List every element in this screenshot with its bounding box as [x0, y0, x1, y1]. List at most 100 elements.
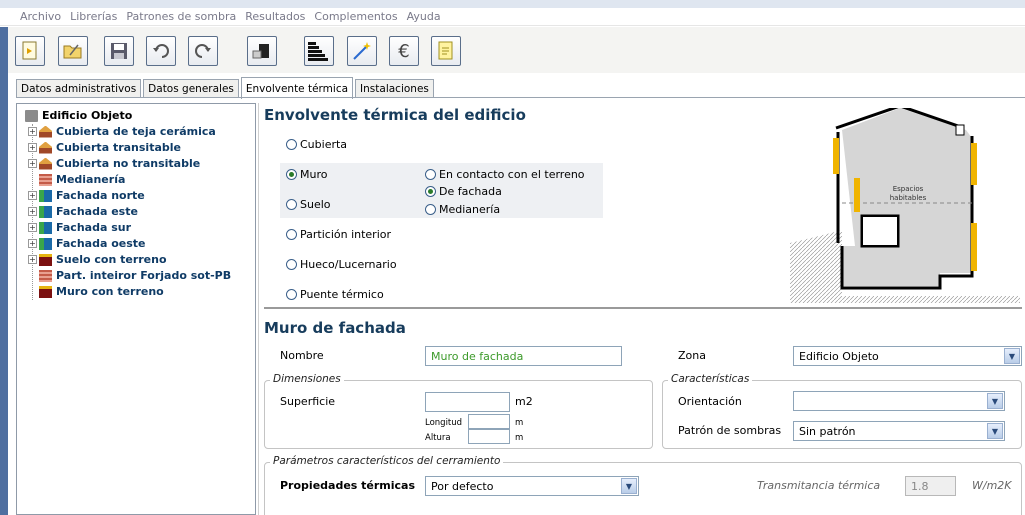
menu-ayuda[interactable]: Ayuda	[407, 10, 441, 23]
radio-suelo[interactable]: Suelo	[286, 198, 331, 211]
tree-item-label: Muro con terreno	[56, 285, 164, 298]
radio-label: En contacto con el terreno	[439, 168, 585, 181]
diagram-label-1: Espacios	[893, 185, 924, 193]
menu-resultados[interactable]: Resultados	[245, 10, 305, 23]
tree-item-fachada-este[interactable]: + Fachada este	[28, 205, 138, 218]
tree-item-cubierta-transitable[interactable]: + Cubierta transitable	[28, 141, 181, 154]
diagram-label-2: habitables	[890, 194, 927, 202]
tree-item-cubierta-teja[interactable]: + Cubierta de teja cerámica	[28, 125, 216, 138]
radio-muro[interactable]: Muro	[286, 168, 327, 181]
chevron-down-icon[interactable]: ▼	[621, 478, 637, 494]
patron-select[interactable]: Sin patrón ▼	[793, 421, 1005, 441]
chevron-down-icon[interactable]: ▼	[987, 393, 1003, 409]
transmitancia-unit: W/m2K	[972, 479, 1012, 492]
radio-dot	[425, 204, 436, 215]
expand-icon[interactable]: +	[28, 223, 37, 232]
window-left-edge	[0, 27, 8, 515]
zona-select[interactable]: Edificio Objeto ▼	[793, 346, 1022, 366]
panel-divider	[258, 103, 259, 515]
longitud-label: Longitud	[425, 418, 463, 428]
report-button[interactable]	[431, 36, 461, 66]
form-title: Muro de fachada	[264, 319, 406, 337]
patron-value: Sin patrón	[799, 425, 856, 438]
energy-rating-icon	[308, 42, 328, 61]
import-button[interactable]	[247, 36, 277, 66]
tab-envolvente-termica[interactable]: Envolvente térmica	[240, 77, 354, 99]
tab-instalaciones[interactable]: Instalaciones	[355, 79, 434, 98]
radio-cubierta[interactable]: Cubierta	[286, 138, 347, 151]
wand-button[interactable]	[347, 36, 377, 66]
expand-icon[interactable]: +	[28, 239, 37, 248]
cost-button[interactable]: €	[389, 36, 419, 66]
propiedades-select[interactable]: Por defecto ▼	[425, 476, 639, 496]
tree-item-label: Cubierta transitable	[56, 141, 181, 154]
tab-bar: Datos administrativos Datos generales En…	[16, 76, 436, 99]
superficie-label: Superficie	[280, 395, 336, 408]
tree-root[interactable]: Edificio Objeto	[25, 109, 132, 122]
skylight	[955, 124, 965, 136]
wand-icon	[353, 42, 371, 60]
orientacion-select[interactable]: ▼	[793, 391, 1005, 411]
longitud-input[interactable]	[468, 414, 510, 429]
menu-archivo[interactable]: Archivo	[20, 10, 61, 23]
tab-datos-generales[interactable]: Datos generales	[143, 79, 239, 98]
expand-icon[interactable]: +	[28, 207, 37, 216]
exterior-void	[861, 215, 899, 247]
tree-item-muro-con-terreno[interactable]: Muro con terreno	[39, 285, 164, 298]
expand-icon[interactable]: +	[28, 255, 37, 264]
window-top-strip	[0, 0, 1025, 8]
chevron-down-icon[interactable]: ▼	[987, 423, 1003, 439]
expand-icon[interactable]: +	[28, 159, 37, 168]
expand-icon[interactable]: +	[28, 127, 37, 136]
radio-puente-termico[interactable]: Puente térmico	[286, 288, 384, 301]
zona-value: Edificio Objeto	[799, 350, 879, 363]
radio-en-contacto-terreno[interactable]: En contacto con el terreno	[425, 168, 585, 181]
radio-label: Puente térmico	[300, 288, 384, 301]
radio-label: Medianería	[439, 203, 501, 216]
nombre-input[interactable]: Muro de fachada	[425, 346, 622, 366]
tree-item-fachada-oeste[interactable]: + Fachada oeste	[28, 237, 145, 250]
tree-item-medianeria[interactable]: Medianería	[39, 173, 125, 186]
radio-hueco-lucernario[interactable]: Hueco/Lucernario	[286, 258, 397, 271]
dimensiones-group	[264, 380, 653, 449]
tree-item-fachada-norte[interactable]: + Fachada norte	[28, 189, 145, 202]
tree-item-label: Medianería	[56, 173, 126, 186]
tree-item-cubierta-no-transitable[interactable]: + Cubierta no transitable	[28, 157, 200, 170]
altura-input[interactable]	[468, 429, 510, 444]
radio-medianeria[interactable]: Medianería	[425, 203, 500, 216]
radio-particion-interior[interactable]: Partición interior	[286, 228, 391, 241]
tree-item-suelo-con-terreno[interactable]: + Suelo con terreno	[28, 253, 167, 266]
expand-icon[interactable]: +	[28, 143, 37, 152]
open-button[interactable]	[58, 36, 88, 66]
expand-icon[interactable]: +	[28, 191, 37, 200]
redo-button[interactable]	[188, 36, 218, 66]
save-button[interactable]	[104, 36, 134, 66]
tree-item-fachada-sur[interactable]: + Fachada sur	[28, 221, 131, 234]
radio-label: Suelo	[300, 198, 331, 211]
zona-label: Zona	[678, 349, 706, 362]
envelope-tree: Edificio Objeto + Cubierta de teja cerámi…	[16, 103, 256, 515]
altura-label: Altura	[425, 433, 451, 443]
new-button[interactable]	[15, 36, 45, 66]
menu-librerias[interactable]: Librerías	[70, 10, 117, 23]
radio-dot	[286, 229, 297, 240]
tab-datos-administrativos[interactable]: Datos administrativos	[16, 79, 142, 98]
menu-patrones-de-sombra[interactable]: Patrones de sombra	[126, 10, 236, 23]
tree-item-particion-interior[interactable]: Part. inteiror Forjado sot-PB	[39, 269, 231, 282]
energy-rating-button[interactable]	[304, 36, 334, 66]
building-section-diagram: Espacios habitables	[790, 108, 1020, 303]
undo-button[interactable]	[146, 36, 176, 66]
ground-floor-icon	[39, 253, 52, 266]
radio-dot-selected	[286, 169, 297, 180]
facade-icon	[39, 205, 52, 218]
facade-icon	[39, 237, 52, 250]
tree-item-label: Fachada este	[56, 205, 138, 218]
save-icon	[111, 43, 127, 59]
roof-icon	[39, 157, 52, 170]
menu-complementos[interactable]: Complementos	[314, 10, 397, 23]
chevron-down-icon[interactable]: ▼	[1004, 348, 1020, 364]
superficie-input[interactable]	[425, 392, 510, 412]
radio-label: Muro	[300, 168, 328, 181]
radio-de-fachada[interactable]: De fachada	[425, 185, 502, 198]
radio-dot	[425, 169, 436, 180]
